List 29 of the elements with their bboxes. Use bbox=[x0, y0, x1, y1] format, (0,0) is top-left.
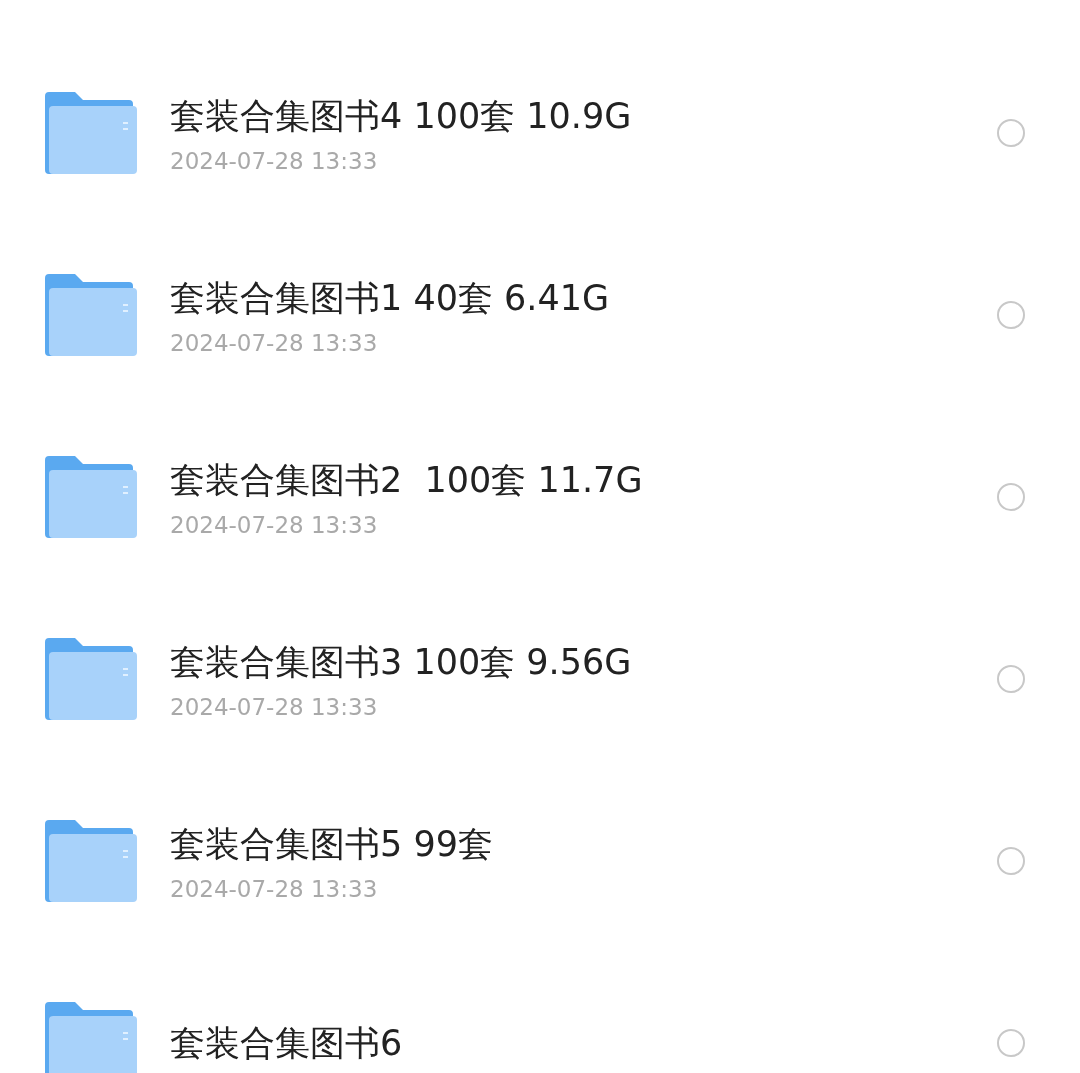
select-radio[interactable] bbox=[997, 847, 1025, 875]
folder-name: 套装合集图书4 100套 10.9G bbox=[170, 94, 633, 138]
select-radio[interactable] bbox=[997, 1029, 1025, 1057]
folder-name: 套装合集图书3 100套 9.56G bbox=[170, 640, 633, 684]
folder-row[interactable]: 套装合集图书2 100套 11.7G 2024-07-28 13:33 bbox=[0, 406, 1080, 588]
folder-name: 套装合集图书2 100套 11.7G bbox=[170, 458, 644, 502]
folder-name: 套装合集图书5 99套 bbox=[170, 822, 494, 866]
folder-date: 2024-07-28 13:33 bbox=[170, 329, 379, 356]
folder-row[interactable]: 套装合集图书4 100套 10.9G 2024-07-28 13:33 bbox=[0, 42, 1080, 224]
folder-row[interactable]: 套装合集图书1 40套 6.41G 2024-07-28 13:33 bbox=[0, 224, 1080, 406]
folder-name: 套装合集图书6 bbox=[170, 1021, 404, 1065]
select-radio[interactable] bbox=[997, 665, 1025, 693]
folder-icon bbox=[45, 274, 137, 356]
folder-icon bbox=[45, 638, 137, 720]
folder-icon bbox=[45, 456, 137, 538]
folder-row[interactable]: 套装合集图书6 bbox=[0, 952, 1080, 1073]
select-radio[interactable] bbox=[997, 301, 1025, 329]
folder-row[interactable]: 套装合集图书3 100套 9.56G 2024-07-28 13:33 bbox=[0, 588, 1080, 770]
select-radio[interactable] bbox=[997, 483, 1025, 511]
folder-icon bbox=[45, 820, 137, 902]
select-radio[interactable] bbox=[997, 119, 1025, 147]
folder-date: 2024-07-28 13:33 bbox=[170, 875, 379, 902]
folder-icon bbox=[45, 92, 137, 174]
folder-row[interactable]: 套装合集图书5 99套 2024-07-28 13:33 bbox=[0, 770, 1080, 952]
folder-date: 2024-07-28 13:33 bbox=[170, 147, 379, 174]
folder-icon bbox=[45, 1002, 137, 1073]
folder-name: 套装合集图书1 40套 6.41G bbox=[170, 276, 611, 320]
folder-date: 2024-07-28 13:33 bbox=[170, 693, 379, 720]
folder-date: 2024-07-28 13:33 bbox=[170, 511, 379, 538]
